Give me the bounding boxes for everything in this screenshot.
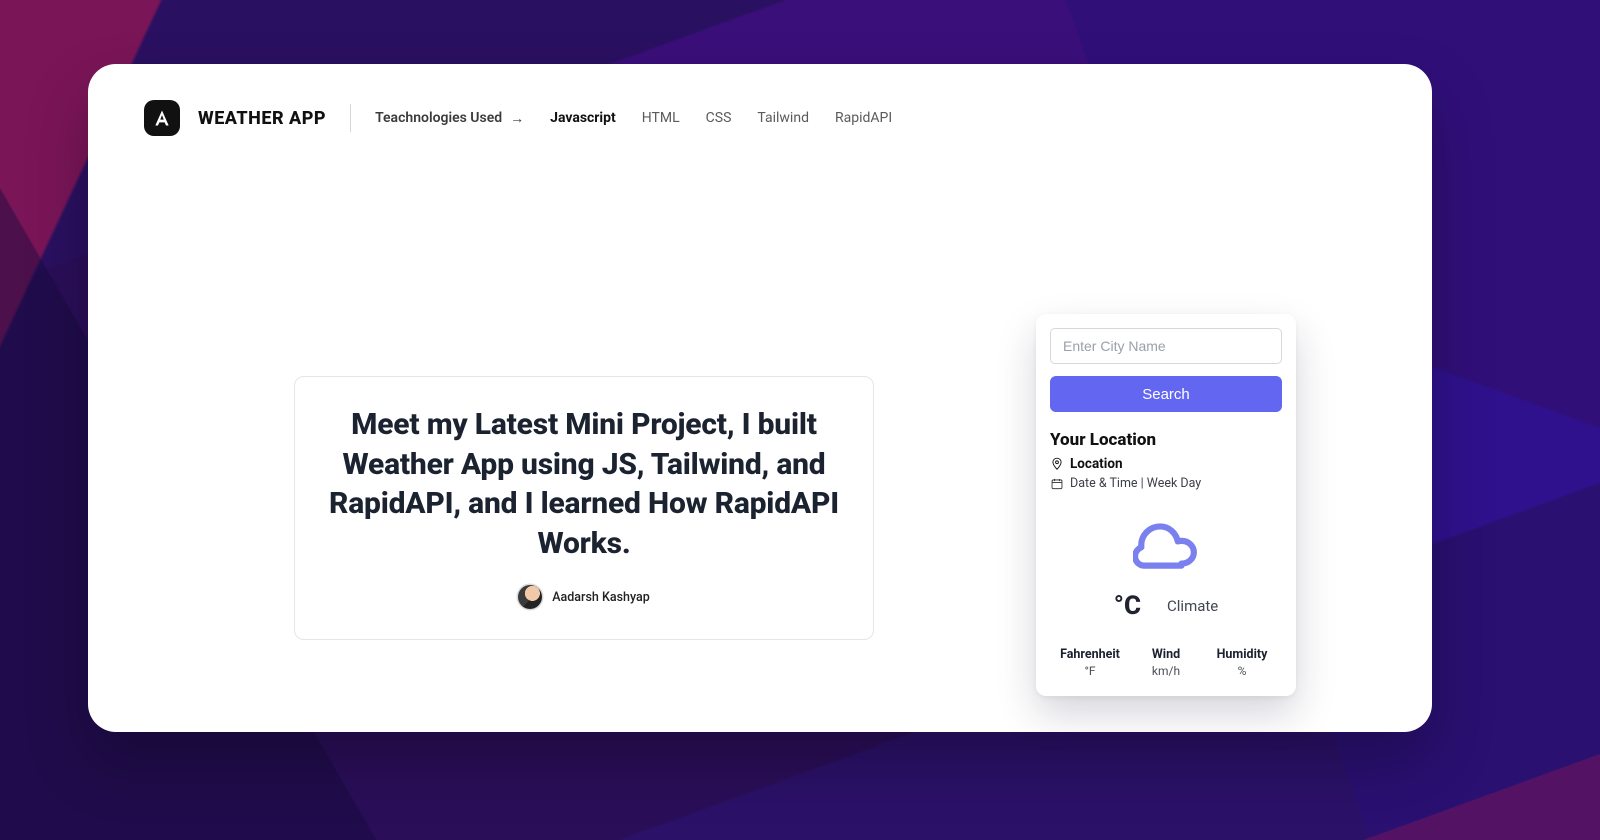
stat-fahrenheit-label: Fahrenheit: [1052, 647, 1128, 662]
city-input[interactable]: [1050, 328, 1282, 364]
map-pin-icon: [1050, 457, 1064, 471]
app-logo: [144, 100, 180, 136]
arrow-right-icon: →: [510, 110, 524, 127]
hero-box: Meet my Latest Mini Project, I built Wea…: [294, 376, 874, 640]
stat-humidity: Humidity %: [1204, 647, 1280, 678]
weather-icon-wrap: [1050, 517, 1282, 573]
stat-wind-value: km/h: [1128, 664, 1204, 678]
tech-item-tailwind[interactable]: Tailwind: [757, 110, 809, 126]
author-avatar: [518, 585, 542, 609]
brand-title: WEATHER APP: [198, 108, 326, 129]
stat-wind: Wind km/h: [1128, 647, 1204, 678]
stat-humidity-value: %: [1204, 664, 1280, 678]
app-card: WEATHER APP Teachnologies Used → Javascr…: [88, 64, 1432, 732]
header: WEATHER APP Teachnologies Used → Javascr…: [88, 64, 1432, 136]
location-row: Location: [1050, 456, 1282, 472]
tech-item-css[interactable]: CSS: [706, 110, 732, 126]
hero-title: Meet my Latest Mini Project, I built Wea…: [329, 405, 839, 563]
author-name: Aadarsh Kashyap: [552, 590, 650, 605]
tech-item-javascript[interactable]: Javascript: [550, 110, 616, 126]
stat-wind-label: Wind: [1128, 647, 1204, 662]
tech-used-text: Teachnologies Used: [375, 110, 502, 126]
stat-humidity-label: Humidity: [1204, 647, 1280, 662]
stats-row: Fahrenheit °F Wind km/h Humidity %: [1050, 647, 1282, 678]
author-row: Aadarsh Kashyap: [329, 585, 839, 609]
search-button[interactable]: Search: [1050, 376, 1282, 412]
header-divider: [350, 104, 351, 132]
datetime-value: Date & Time | Week Day: [1070, 476, 1201, 491]
weather-widget: Search Your Location Location Date & Tim…: [1036, 314, 1296, 696]
logo-a-icon: [152, 108, 172, 128]
location-value: Location: [1070, 456, 1123, 472]
tech-item-html[interactable]: HTML: [642, 110, 680, 126]
temperature-unit: °C: [1114, 591, 1141, 621]
datetime-row: Date & Time | Week Day: [1050, 476, 1282, 491]
climate-label: Climate: [1167, 597, 1218, 615]
temperature-row: °C Climate: [1050, 591, 1282, 621]
stat-fahrenheit-value: °F: [1052, 664, 1128, 678]
cloud-icon: [1133, 517, 1199, 573]
stat-fahrenheit: Fahrenheit °F: [1052, 647, 1128, 678]
tech-list: Javascript HTML CSS Tailwind RapidAPI: [550, 110, 892, 126]
tech-used-label: Teachnologies Used →: [375, 110, 524, 127]
tech-item-rapidapi[interactable]: RapidAPI: [835, 110, 892, 126]
your-location-heading: Your Location: [1050, 430, 1282, 450]
calendar-icon: [1050, 477, 1064, 491]
